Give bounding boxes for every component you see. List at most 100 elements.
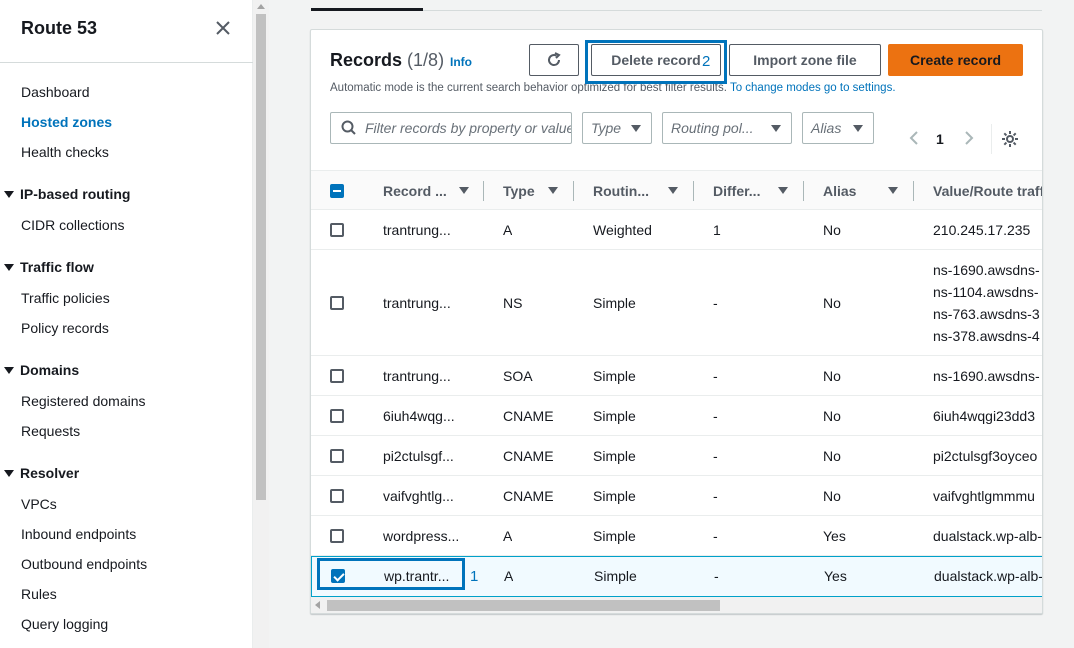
records-count: (1/8) [407, 50, 445, 70]
differentiator: - [713, 408, 718, 424]
routing-policy: Simple [593, 488, 636, 504]
sidebar-item-dashboard[interactable]: Dashboard [21, 84, 90, 100]
record-value: dualstack.wp-alb- [933, 528, 1042, 544]
record-name[interactable]: vaifvghtlg... [383, 488, 454, 504]
row-checkbox[interactable] [330, 369, 344, 383]
sidebar-item-outbound-endpoints[interactable]: Outbound endpoints [21, 556, 147, 572]
sidebar-section-resolver[interactable]: Resolver [4, 465, 79, 481]
record-type: SOA [503, 368, 533, 384]
sidebar-item-hosted-zones[interactable]: Hosted zones [21, 114, 112, 130]
routing-policy: Simple [593, 408, 636, 424]
subtext-body: Automatic mode is the current search beh… [330, 82, 727, 94]
alias: Yes [823, 528, 846, 544]
routing-policy: Weighted [593, 222, 652, 238]
sidebar-item-health-checks[interactable]: Health checks [21, 144, 109, 160]
record-value: dualstack.wp-alb- [934, 568, 1043, 584]
import-zone-file-button[interactable]: Import zone file [729, 44, 881, 76]
record-type: NS [503, 295, 523, 311]
row-checkbox[interactable] [330, 489, 344, 503]
close-icon[interactable] [213, 18, 233, 38]
sort-icon[interactable] [668, 187, 678, 194]
type-filter[interactable]: Type [582, 112, 652, 144]
record-name[interactable]: pi2ctulsgf... [383, 448, 454, 464]
table-row[interactable]: pi2ctulsgf... CNAME Simple - No pi2ctuls… [311, 436, 1042, 476]
sidebar-item-cidr-collections[interactable]: CIDR collections [21, 217, 124, 233]
sort-icon[interactable] [459, 187, 469, 194]
sort-icon[interactable] [778, 187, 788, 194]
table-row[interactable]: trantrung... NS Simple - No ns-1690.awsd… [311, 250, 1042, 356]
chevron-left-icon[interactable] [907, 130, 921, 146]
column-header-record-name[interactable]: Record ... [383, 183, 447, 199]
row-checkbox[interactable] [330, 449, 344, 463]
row-checkbox[interactable] [331, 569, 345, 583]
sidebar-section-ip-routing[interactable]: IP-based routing [4, 186, 130, 202]
table-row[interactable]: 6iuh4wqg... CNAME Simple - No 6iuh4wqgi2… [311, 396, 1042, 436]
column-divider [803, 181, 804, 201]
scroll-up-icon[interactable] [257, 4, 265, 9]
sidebar-item-vpcs[interactable]: VPCs [21, 496, 57, 512]
sidebar-item-traffic-policies[interactable]: Traffic policies [21, 290, 110, 306]
differentiator: - [713, 448, 718, 464]
search-placeholder: Filter records by property or value [365, 120, 571, 136]
column-header-value[interactable]: Value/Route traffic to [933, 183, 1042, 199]
refresh-button[interactable] [529, 44, 579, 76]
sidebar-item-registered-domains[interactable]: Registered domains [21, 393, 146, 409]
pager-divider [991, 124, 992, 154]
active-tab-indicator [311, 8, 423, 11]
column-header-differentiator[interactable]: Differ... [713, 183, 760, 199]
scrollbar-thumb[interactable] [327, 600, 720, 611]
table-row[interactable]: trantrung... SOA Simple - No ns-1690.aws… [311, 356, 1042, 396]
alias-filter[interactable]: Alias [802, 112, 874, 144]
sidebar-section-domains[interactable]: Domains [4, 362, 79, 378]
record-name[interactable]: trantrung... [383, 222, 451, 238]
record-value: ns-1104.awsdns- [933, 284, 1039, 300]
record-name[interactable]: wp.trantr... [384, 568, 449, 584]
table-row[interactable]: vaifvghtlg... CNAME Simple - No vaifvght… [311, 476, 1042, 516]
info-link[interactable]: Info [450, 55, 472, 69]
sidebar-scrollbar[interactable] [253, 0, 269, 648]
record-name[interactable]: 6iuh4wqg... [383, 408, 455, 424]
gear-icon[interactable] [1001, 130, 1019, 148]
search-mode-text: Automatic mode is the current search beh… [330, 82, 896, 94]
record-name[interactable]: trantrung... [383, 368, 451, 384]
current-page[interactable]: 1 [936, 131, 944, 147]
create-record-button[interactable]: Create record [888, 44, 1023, 76]
column-header-type[interactable]: Type [503, 183, 535, 199]
table-row[interactable]: trantrung... A Weighted 1 No 210.245.17.… [311, 210, 1042, 250]
table-row[interactable]: wordpress... A Simple - Yes dualstack.wp… [311, 516, 1042, 556]
column-header-routing[interactable]: Routin... [593, 183, 649, 199]
sidebar-item-query-logging[interactable]: Query logging [21, 616, 108, 632]
chevron-right-icon[interactable] [962, 130, 976, 146]
row-checkbox[interactable] [330, 223, 344, 237]
sidebar-item-inbound-endpoints[interactable]: Inbound endpoints [21, 526, 136, 542]
row-checkbox[interactable] [330, 296, 344, 310]
row-checkbox[interactable] [330, 409, 344, 423]
routing-policy-filter[interactable]: Routing pol... [662, 112, 792, 144]
scroll-left-icon[interactable] [315, 601, 320, 609]
sidebar-item-requests[interactable]: Requests [21, 423, 80, 439]
routing-policy: Simple [594, 568, 637, 584]
scrollbar-thumb[interactable] [256, 14, 266, 500]
search-input[interactable]: Filter records by property or value [330, 112, 572, 144]
caret-down-icon [4, 190, 14, 198]
differentiator: - [713, 368, 718, 384]
table-row-selected[interactable]: wp.trantr... A Simple - Yes dualstack.wp… [311, 556, 1043, 597]
sidebar-item-policy-records[interactable]: Policy records [21, 320, 109, 336]
select-all-checkbox[interactable] [330, 184, 344, 198]
column-divider [913, 181, 914, 201]
records-panel: Records (1/8) Info Automatic mode is the… [310, 29, 1043, 614]
record-name[interactable]: wordpress... [383, 528, 459, 544]
sort-icon[interactable] [888, 187, 898, 194]
table-horizontal-scrollbar[interactable] [311, 597, 1042, 613]
differentiator: - [713, 488, 718, 504]
sort-icon[interactable] [548, 187, 558, 194]
section-label: Domains [20, 362, 80, 378]
column-header-alias[interactable]: Alias [823, 183, 856, 199]
record-value: ns-378.awsdns-4 [933, 328, 1040, 344]
row-checkbox[interactable] [330, 529, 344, 543]
record-type: A [503, 528, 513, 544]
settings-link[interactable]: To change modes go to settings. [730, 82, 896, 94]
sidebar-section-traffic-flow[interactable]: Traffic flow [4, 259, 94, 275]
record-name[interactable]: trantrung... [383, 295, 451, 311]
sidebar-item-rules[interactable]: Rules [21, 586, 57, 602]
